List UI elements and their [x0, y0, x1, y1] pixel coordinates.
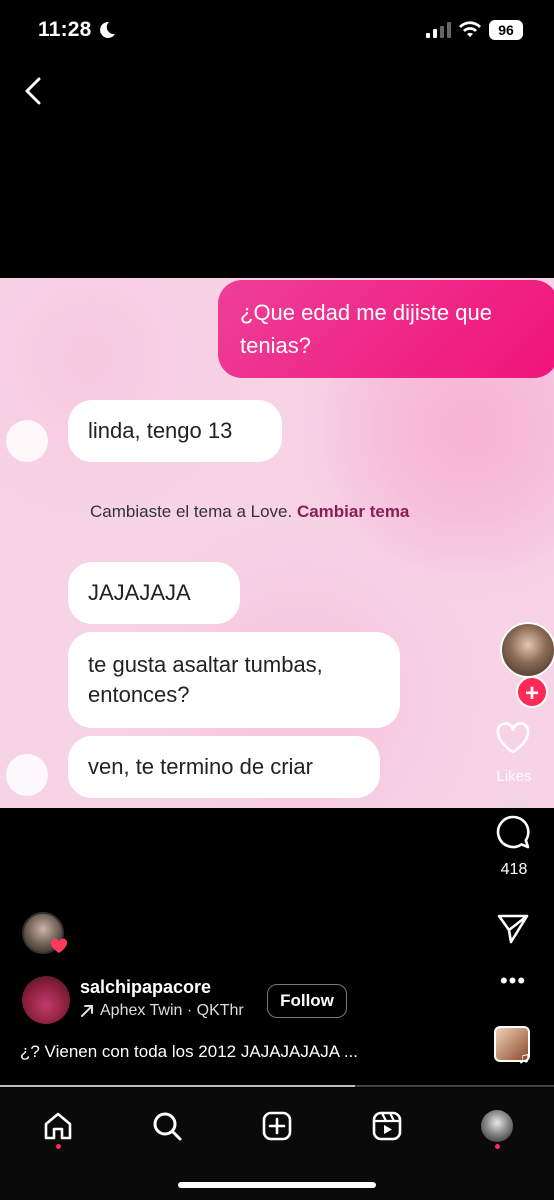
- video-progress-fill: [0, 1085, 355, 1087]
- nav-home[interactable]: [33, 1104, 83, 1148]
- received-message-bubble: ven, te termino de criar: [68, 736, 380, 798]
- moon-icon: [100, 21, 115, 38]
- message-text-line1: te gusta asaltar tumbas,: [88, 652, 323, 677]
- likes-count: 63.4: [501, 794, 527, 809]
- back-icon: [25, 77, 41, 105]
- create-icon: [262, 1111, 292, 1141]
- send-icon[interactable]: [496, 913, 530, 945]
- profile-avatar: [481, 1110, 513, 1142]
- wifi-icon: [459, 21, 481, 37]
- message-text: ven, te termino de criar: [88, 754, 313, 779]
- follow-plus-button[interactable]: +: [516, 676, 548, 708]
- decorative-bubble: [6, 754, 48, 796]
- nav-search[interactable]: [142, 1104, 192, 1148]
- video-progress-bar[interactable]: [0, 1085, 554, 1087]
- likes-label: Likes: [496, 768, 532, 785]
- signal-icon: [426, 22, 451, 38]
- change-theme-link: Cambiar tema: [296, 502, 410, 521]
- theme-change-notice: Cambiaste el tema a Love. Cambiar tema: [90, 502, 409, 522]
- audio-attribution[interactable]: Aphex Twin · QKThr: [80, 1002, 244, 1020]
- search-icon: [153, 1112, 182, 1141]
- creator-avatar[interactable]: [500, 622, 554, 678]
- sent-message-bubble: ¿Que edad me dijiste que tenias?: [218, 280, 554, 378]
- follow-button[interactable]: Follow: [267, 984, 347, 1018]
- comments-count: 418: [500, 861, 528, 878]
- nav-create[interactable]: [252, 1104, 302, 1148]
- poster-avatar[interactable]: [22, 976, 70, 1024]
- post-media[interactable]: ¿Que edad me dijiste que tenias? linda, …: [0, 278, 554, 808]
- heart-icon[interactable]: [495, 721, 531, 755]
- home-icon: [44, 1112, 72, 1140]
- message-text: JAJAJAJA: [88, 580, 191, 605]
- heart-badge-icon: [50, 938, 68, 953]
- nav-reels[interactable]: [362, 1104, 412, 1148]
- audio-text: Aphex Twin · QKThr: [100, 1002, 244, 1019]
- battery-indicator: 96: [489, 20, 523, 40]
- back-button[interactable]: [18, 74, 48, 108]
- arrow-up-right-icon: [81, 1005, 93, 1017]
- received-message-bubble: te gusta asaltar tumbas, entonces?: [68, 632, 400, 728]
- profile-notification-dot: [495, 1144, 500, 1149]
- decorative-bubble: [6, 420, 48, 462]
- music-note-icon: ♫: [518, 1050, 530, 1067]
- comment-icon[interactable]: [494, 813, 532, 851]
- status-time: 11:28: [38, 18, 92, 41]
- received-message-bubble: linda, tengo 13: [68, 400, 282, 462]
- nav-profile[interactable]: [472, 1104, 522, 1148]
- post-caption[interactable]: ¿? Vienen con toda los 2012 JAJAJAJAJA .…: [20, 1042, 358, 1062]
- received-message-bubble: JAJAJAJA: [68, 562, 240, 624]
- message-text-line2: entonces?: [88, 682, 190, 707]
- username[interactable]: salchipapacore: [80, 977, 211, 998]
- message-text: linda, tengo 13: [88, 418, 233, 443]
- status-bar: 11:28 96: [0, 0, 554, 60]
- more-options-button[interactable]: •••: [498, 970, 528, 994]
- home-indicator[interactable]: [178, 1182, 376, 1188]
- theme-change-text: Cambiaste el tema a Love.: [90, 502, 293, 521]
- reels-icon: [372, 1111, 402, 1141]
- home-notification-dot: [56, 1144, 61, 1149]
